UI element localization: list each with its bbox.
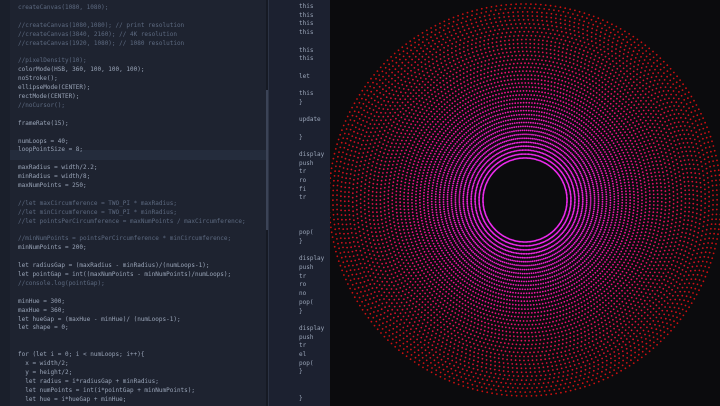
editor_left-code-line[interactable]: minNumPoints = 200; — [18, 243, 87, 253]
editor_right-code-line[interactable]: tr — [299, 193, 306, 203]
editor_left-code-line[interactable]: frameRate(15); — [18, 119, 69, 129]
editor_right-code-line[interactable]: } — [299, 394, 303, 404]
editor_left-code-line[interactable]: createCanvas(1080, 1080); — [18, 3, 108, 13]
editor_left-code-line[interactable]: //let pointsPerCircumference = maxNumPoi… — [18, 217, 246, 227]
editor_left-code-line[interactable]: loopPointSize = 8; — [18, 145, 83, 155]
editor_right-code-line[interactable]: this — [299, 28, 313, 38]
editor_right-code-line[interactable]: update — [299, 115, 321, 125]
editor_right-code-line[interactable]: } — [299, 237, 303, 247]
code-editor-right[interactable]: this this this this this this let this} update} d… — [268, 0, 331, 406]
editor_right-code-line[interactable]: } — [299, 367, 303, 377]
editor_left-code-line[interactable]: //console.log(pointGap); — [18, 279, 105, 289]
concentric-dot-rings — [330, 3, 720, 397]
editor_left-code-line[interactable]: //noCursor(); — [18, 101, 65, 111]
editor_left-code-line[interactable]: let hue = i*hueGap + minHue; — [18, 395, 126, 405]
editor_left-code-line[interactable]: maxNumPoints = 250; — [18, 181, 87, 191]
editor_left-code-line[interactable]: let shape = 0; — [18, 323, 69, 333]
sketch-canvas — [330, 0, 720, 406]
editor_right-code-line[interactable]: } — [299, 133, 303, 143]
editor_right-code-line[interactable]: } — [299, 307, 303, 317]
line-gutter — [0, 0, 10, 406]
editor_right-code-line[interactable]: } — [299, 98, 303, 108]
editor_left-code-line[interactable]: //createCanvas(1920, 1080); // 1080 reso… — [18, 39, 184, 49]
editor_right-code-line[interactable]: this — [299, 54, 313, 64]
editor_right-code-line[interactable]: let — [299, 72, 310, 82]
